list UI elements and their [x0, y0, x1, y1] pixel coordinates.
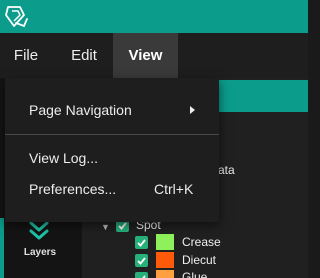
view-menu-dropdown: Page Navigation View Log... Preferences.…: [5, 78, 219, 222]
layer-name-diecut[interactable]: Diecut: [182, 253, 216, 267]
chevrons-down-icon[interactable]: [27, 220, 51, 242]
submenu-arrow-icon: [190, 106, 195, 114]
check-icon: [137, 257, 146, 265]
layer-name-crease[interactable]: Crease: [182, 235, 221, 249]
title-bar: [0, 0, 308, 33]
tree-expand-icon[interactable]: ▼: [101, 222, 110, 232]
check-icon: [142, 275, 146, 278]
menu-view[interactable]: View: [113, 33, 178, 78]
layer-checkbox-crease[interactable]: [135, 236, 148, 249]
menu-item-label: Preferences...: [29, 181, 117, 197]
menu-edit[interactable]: Edit: [57, 33, 111, 78]
color-swatch-glue[interactable]: [156, 270, 174, 278]
menu-item-preferences[interactable]: Preferences... Ctrl+K: [5, 176, 219, 202]
layer-checkbox-glue[interactable]: [135, 272, 148, 278]
color-swatch-crease[interactable]: [156, 234, 174, 250]
check-icon: [137, 239, 146, 247]
menu-item-shortcut: Ctrl+K: [154, 181, 194, 197]
color-swatch-diecut[interactable]: [156, 252, 174, 268]
panel-header-strip: [210, 80, 308, 112]
partial-label: ata: [218, 163, 235, 177]
menu-item-label: Page Navigation: [29, 102, 132, 118]
menu-item-page-navigation[interactable]: Page Navigation: [5, 97, 219, 123]
layer-checkbox-diecut[interactable]: [135, 254, 148, 267]
menu-file[interactable]: File: [0, 33, 52, 78]
menu-item-view-log[interactable]: View Log...: [5, 145, 219, 171]
app-logo-icon: [5, 6, 28, 28]
menu-bar: File Edit View: [0, 33, 308, 78]
layers-tab-label[interactable]: Layers: [0, 247, 80, 258]
menu-separator: [5, 134, 219, 135]
menu-item-label: View Log...: [29, 150, 99, 166]
layer-name-glue[interactable]: Glue: [182, 270, 207, 278]
